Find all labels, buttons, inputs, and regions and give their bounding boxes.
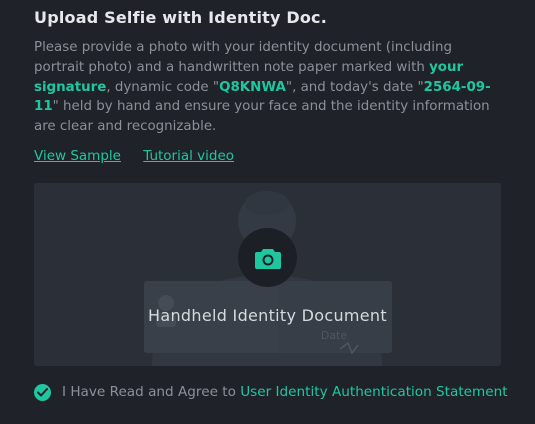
note-date-text: Date — [321, 329, 348, 342]
instructions-part-1: Please provide a photo with your identit… — [34, 40, 452, 75]
view-sample-link[interactable]: View Sample — [34, 148, 121, 164]
instructions-part-3: ", and today's date " — [285, 79, 424, 95]
section-title: Upload Selfie with Identity Doc. — [34, 8, 328, 27]
agreement-text: I Have Read and Agree to User Identity A… — [62, 384, 508, 400]
camera-icon[interactable] — [238, 228, 297, 287]
tutorial-video-link[interactable]: Tutorial video — [143, 148, 234, 164]
check-icon — [37, 387, 48, 396]
instructions-part-2: , dynamic code " — [106, 79, 220, 95]
help-links: View Sample Tutorial video — [34, 148, 252, 164]
instructions-part-4: " held by hand and ensure your face and … — [34, 99, 490, 135]
handheld-document-upload[interactable]: Date Handheld Identity Document — [34, 183, 501, 366]
dynamic-code: Q8KNWA — [219, 79, 286, 95]
agreement-prefix: I Have Read and Agree to — [62, 384, 241, 400]
agreement-row: I Have Read and Agree to User Identity A… — [34, 382, 508, 402]
upload-label: Handheld Identity Document — [148, 306, 387, 325]
instructions-text: Please provide a photo with your identit… — [34, 38, 504, 137]
authentication-statement-link[interactable]: User Identity Authentication Statement — [240, 384, 507, 400]
agree-checkbox[interactable] — [34, 383, 51, 401]
upload-selfie-section: Upload Selfie with Identity Doc. Please … — [0, 0, 535, 424]
